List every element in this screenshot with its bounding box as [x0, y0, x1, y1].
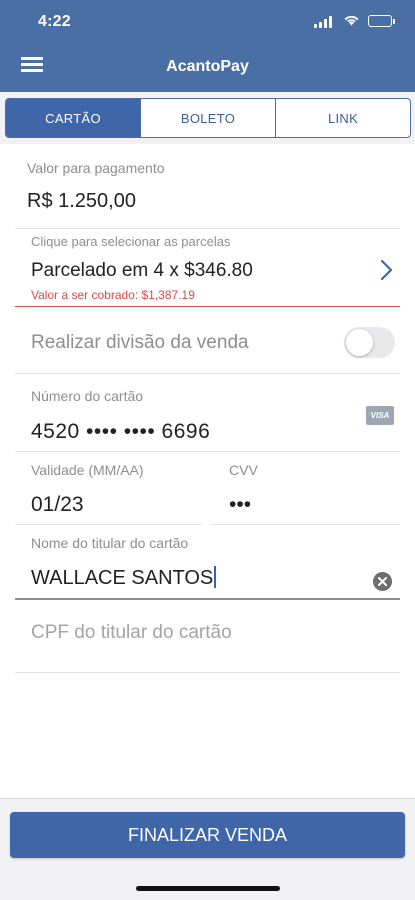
visa-card-icon: VISA — [366, 406, 394, 425]
payment-method-tabs-bar: CARTÃO BOLETO LINK — [0, 92, 415, 144]
app-header: 4:22 AcantoPay — [0, 0, 415, 92]
card-number-field[interactable]: 4520 •••• •••• 6696 — [31, 420, 210, 444]
cvv-label: CVV — [229, 462, 258, 478]
card-number-label: Número do cartão — [31, 388, 144, 404]
expiry-field[interactable]: 01/23 — [31, 493, 84, 517]
cvv-field[interactable]: ••• — [229, 493, 251, 517]
holder-name-divider — [15, 598, 400, 600]
tab-link[interactable]: LINK — [275, 99, 410, 137]
wifi-icon — [343, 13, 360, 29]
holder-name-value: WALLACE SANTOS — [31, 567, 214, 589]
app-title: AcantoPay — [166, 58, 249, 75]
status-time: 4:22 — [38, 13, 71, 30]
split-sale-divider — [15, 373, 400, 374]
holder-name-field[interactable]: WALLACE SANTOS — [31, 566, 217, 590]
amount-divider — [15, 228, 400, 229]
expiry-label: Validade (MM/AA) — [31, 462, 144, 478]
chevron-right-icon[interactable] — [380, 259, 394, 281]
card-payment-form: Valor para pagamento R$ 1.250,00 Clique … — [0, 144, 415, 798]
tab-cartao[interactable]: CARTÃO — [6, 99, 140, 137]
bottom-action-bar: FINALIZAR VENDA — [0, 798, 415, 900]
holder-cpf-divider — [15, 672, 400, 673]
cvv-divider — [212, 524, 400, 525]
amount-field[interactable]: R$ 1.250,00 — [27, 190, 136, 213]
finalize-sale-button[interactable]: FINALIZAR VENDA — [10, 812, 405, 858]
split-sale-toggle[interactable] — [344, 327, 395, 358]
text-cursor — [214, 566, 217, 588]
home-indicator — [136, 886, 280, 891]
clear-icon[interactable] — [373, 572, 392, 591]
payment-method-tabs: CARTÃO BOLETO LINK — [5, 98, 411, 138]
status-bar: 4:22 — [0, 0, 415, 44]
card-number-divider — [15, 451, 400, 452]
installments-label: Clique para selecionar as parcelas — [31, 234, 231, 249]
amount-label: Valor para pagamento — [27, 160, 165, 176]
charged-amount-note: Valor a ser cobrado: $1,387.19 — [31, 288, 195, 302]
cellular-signal-icon — [314, 16, 334, 28]
installments-divider — [15, 306, 400, 307]
battery-icon — [368, 15, 395, 27]
expiry-divider — [15, 524, 202, 525]
split-sale-label: Realizar divisão da venda — [31, 332, 249, 353]
tab-boleto[interactable]: BOLETO — [140, 99, 275, 137]
holder-name-label: Nome do titular do cartão — [31, 535, 189, 551]
installments-selector[interactable]: Parcelado em 4 x $346.80 — [31, 260, 253, 282]
holder-cpf-field[interactable]: CPF do titular do cartão — [31, 622, 232, 644]
